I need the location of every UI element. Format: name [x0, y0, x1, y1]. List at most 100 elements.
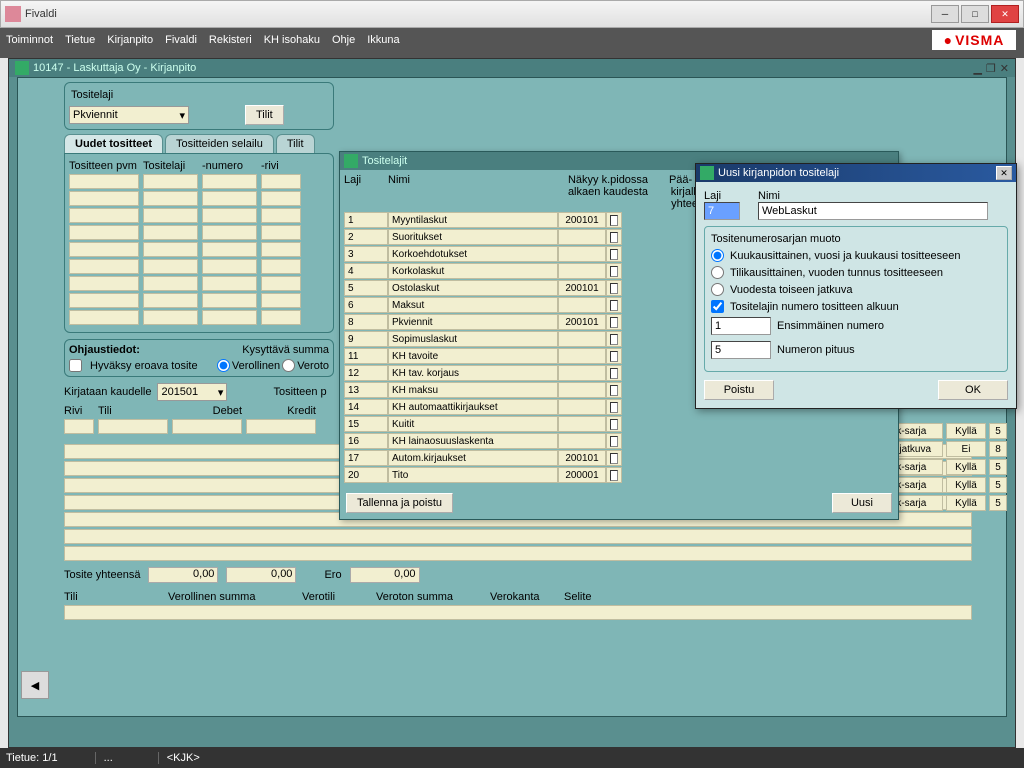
status-dots: ... — [95, 752, 121, 764]
status-bar: Tietue: 1/1 ... <KJK> — [0, 748, 1024, 768]
menubar: Toiminnot Tietue Kirjanpito Fivaldi Reki… — [0, 28, 1024, 52]
ero-label: Ero — [324, 569, 341, 581]
bh-selite: Selite — [564, 591, 644, 603]
col2-rivi: Rivi — [64, 405, 94, 417]
col-numero: -numero — [202, 160, 257, 172]
side-cell: Kyllä — [946, 477, 986, 493]
verollinen-radio[interactable] — [217, 359, 230, 372]
modal-title-text: Tositelajit — [362, 155, 407, 167]
menu-kirjanpito[interactable]: Kirjanpito — [107, 34, 153, 46]
modal-icon — [344, 154, 358, 168]
ok-button[interactable]: OK — [938, 380, 1008, 400]
tositelajin-numero-checkbox[interactable] — [711, 300, 724, 313]
dialog-icon — [700, 166, 714, 180]
col-tositelaji: Tositelaji — [143, 160, 198, 172]
kysyttava-summa-label: Kysyttävä summa — [242, 344, 329, 356]
nimi-label: Nimi — [758, 190, 1008, 202]
numeron-pituus-label: Numeron pituus — [777, 344, 855, 356]
laji-label: Laji — [704, 190, 752, 202]
child-window-icon — [15, 61, 29, 75]
speaker-icon[interactable]: ◀ — [21, 671, 49, 699]
minimize-button[interactable]: ─ — [931, 5, 959, 23]
th-nakyy: Näkyy k.pidossa alkaen kaudesta — [558, 174, 658, 210]
visma-logo: VISMA — [932, 30, 1016, 50]
col-tositteen-pvm: Tositteen pvm — [69, 160, 139, 172]
hyvaksy-eroava-label: Hyväksy eroava tosite — [90, 360, 198, 372]
chk-label: Tositelajin numero tositteen alkuun — [730, 301, 899, 313]
child-max-icon[interactable]: ❐ — [986, 62, 996, 75]
tallenna-poistu-button[interactable]: Tallenna ja poistu — [346, 493, 453, 513]
menu-ohje[interactable]: Ohje — [332, 34, 355, 46]
side-cell: 5 — [989, 459, 1007, 475]
tab-tositteiden-selailu[interactable]: Tositteiden selailu — [165, 134, 274, 153]
chevron-down-icon: ▾ — [179, 109, 185, 122]
verollinen-label: Verollinen — [232, 360, 280, 372]
col2-tili: Tili — [98, 405, 168, 417]
close-button[interactable]: ✕ — [991, 5, 1019, 23]
tositelaji-label: Tositelaji — [71, 89, 329, 101]
th-nimi: Nimi — [388, 174, 558, 210]
bh-veroton: Veroton summa — [376, 591, 486, 603]
menu-fivaldi[interactable]: Fivaldi — [165, 34, 197, 46]
veroton-radio[interactable] — [282, 359, 295, 372]
child-window: 10147 - Laskuttaja Oy - Kirjanpito ▁ ❐ ✕… — [8, 58, 1016, 748]
window-titlebar: Fivaldi ─ □ ✕ — [0, 0, 1024, 28]
grid1-rows — [69, 174, 329, 325]
bh-verokanta: Verokanta — [490, 591, 560, 603]
ero-value: 0,00 — [350, 567, 420, 583]
table-row[interactable]: 15Kuitit — [344, 416, 894, 432]
kausi-combo[interactable]: 201501 ▾ — [157, 383, 227, 401]
nimi-input[interactable] — [758, 202, 988, 220]
menu-rekisteri[interactable]: Rekisteri — [209, 34, 252, 46]
status-user: <KJK> — [158, 752, 208, 764]
bh-tili: Tili — [64, 591, 164, 603]
tab-tilit[interactable]: Tilit — [276, 134, 315, 153]
menu-kh-isohaku[interactable]: KH isohaku — [264, 34, 320, 46]
table-row[interactable]: 17Autom.kirjaukset200101 — [344, 450, 894, 466]
group-title: Tositenumerosarjan muoto — [711, 233, 1001, 245]
side-cell: 5 — [989, 423, 1007, 439]
tilit-button[interactable]: Tilit — [245, 105, 284, 125]
ensimmainen-numero-input[interactable] — [711, 317, 771, 335]
radio2-label: Tilikausittainen, vuoden tunnus tosittee… — [730, 267, 943, 279]
uusi-button[interactable]: Uusi — [832, 493, 892, 513]
th-laji: Laji — [344, 174, 388, 210]
radio-vuodesta[interactable] — [711, 283, 724, 296]
app-icon — [5, 6, 21, 22]
child-close-icon[interactable]: ✕ — [1000, 62, 1009, 75]
tosite-yhteensa-label: Tosite yhteensä — [64, 569, 140, 581]
tositteen-label: Tositteen p — [273, 386, 326, 398]
kausi-value: 201501 — [161, 386, 198, 398]
window-title: Fivaldi — [25, 8, 931, 20]
menu-ikkuna[interactable]: Ikkuna — [367, 34, 399, 46]
col2-debet: Debet — [172, 405, 242, 417]
numeron-pituus-input[interactable] — [711, 341, 771, 359]
sum1: 0,00 — [148, 567, 218, 583]
child-window-titlebar: 10147 - Laskuttaja Oy - Kirjanpito ▁ ❐ ✕ — [9, 59, 1015, 77]
ohjaustiedot-title: Ohjaustiedot: — [69, 344, 140, 356]
table-row[interactable]: 16KH lainaosuuslaskenta — [344, 433, 894, 449]
side-cell: Kyllä — [946, 423, 986, 439]
maximize-button[interactable]: □ — [961, 5, 989, 23]
radio-tilikausittainen[interactable] — [711, 266, 724, 279]
chevron-down-icon: ▾ — [218, 386, 224, 399]
menu-toiminnot[interactable]: Toiminnot — [6, 34, 53, 46]
child-window-title: 10147 - Laskuttaja Oy - Kirjanpito — [33, 62, 196, 74]
sum2: 0,00 — [226, 567, 296, 583]
dialog-close-button[interactable]: ✕ — [996, 166, 1012, 180]
side-cell: Kyllä — [946, 459, 986, 475]
tositelaji-combo-value: Pkviennit — [73, 109, 118, 121]
menu-tietue[interactable]: Tietue — [65, 34, 95, 46]
laji-input[interactable] — [704, 202, 740, 220]
child-min-icon[interactable]: ▁ — [973, 62, 981, 75]
bh-verotili: Verotili — [302, 591, 372, 603]
radio-kuukausittainen[interactable] — [711, 249, 724, 262]
hyvaksy-eroava-checkbox[interactable] — [69, 359, 82, 372]
poistu-button[interactable]: Poistu — [704, 380, 774, 400]
tab-uudet-tositteet[interactable]: Uudet tositteet — [64, 134, 163, 153]
dialog-title: Uusi kirjanpidon tositelaji — [718, 167, 839, 179]
side-cell: Kyllä — [946, 495, 986, 511]
kirjataan-label: Kirjataan kaudelle — [64, 386, 151, 398]
tositelaji-combo[interactable]: Pkviennit ▾ — [69, 106, 189, 124]
table-row[interactable]: 20Tito200001 — [344, 467, 894, 483]
